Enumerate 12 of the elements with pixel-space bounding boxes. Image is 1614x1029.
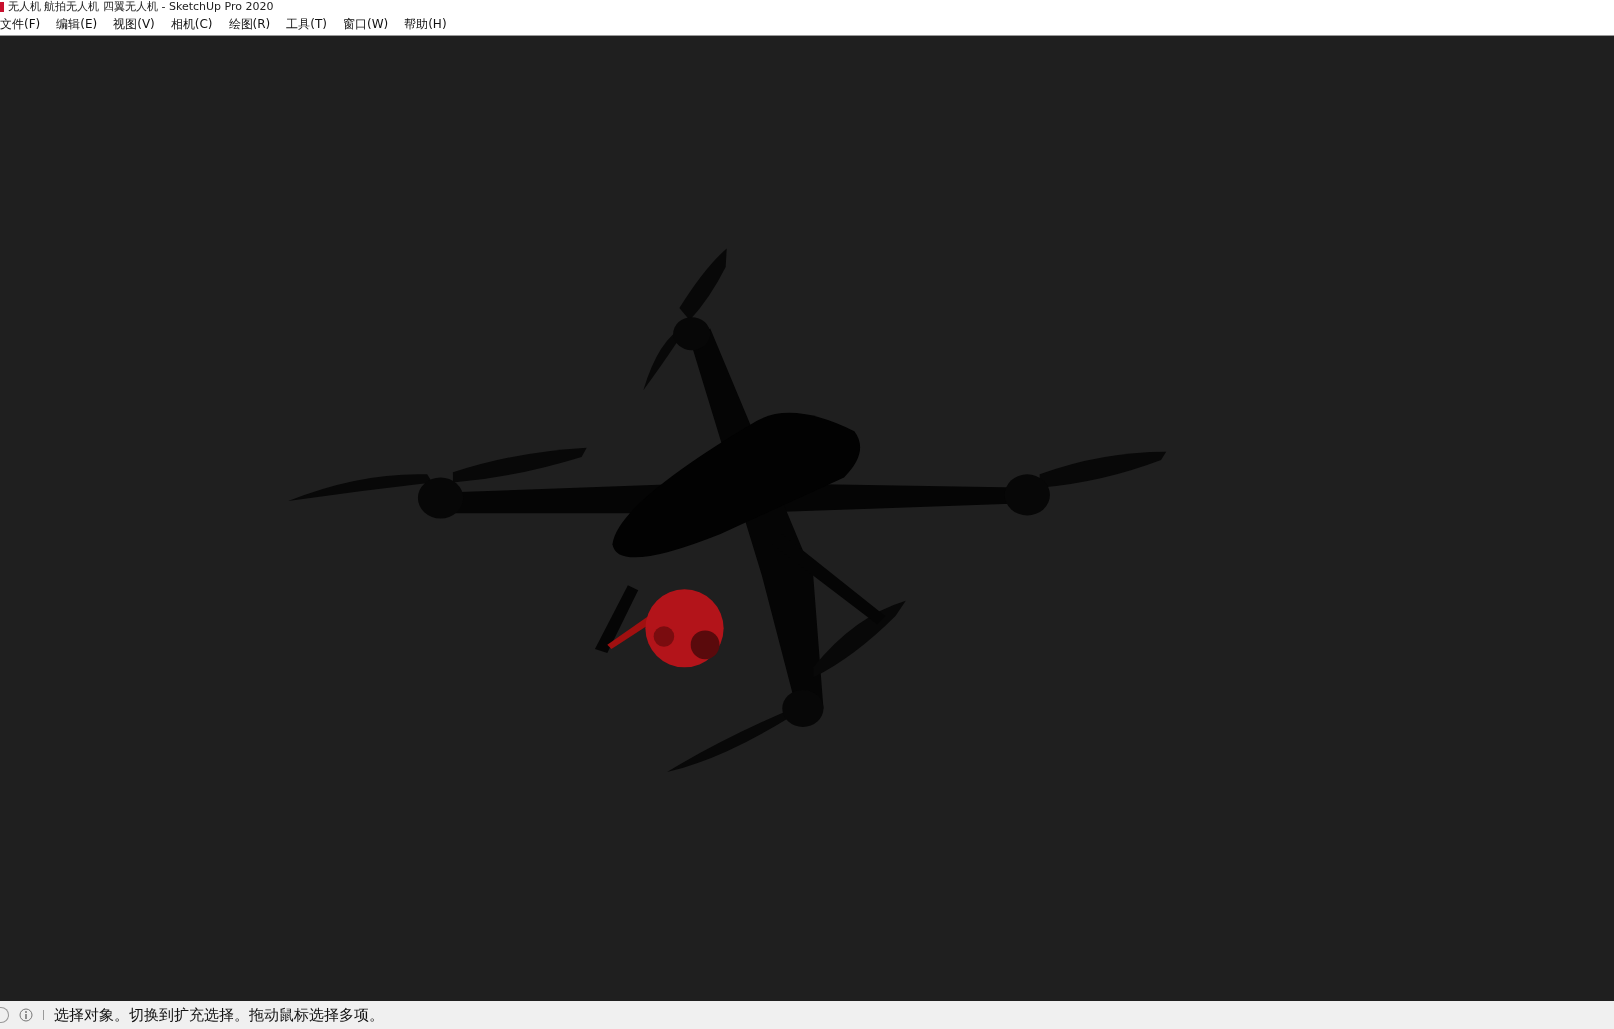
info-icon[interactable] xyxy=(19,1008,33,1022)
menu-item[interactable]: 编辑(E) xyxy=(56,16,98,33)
menu-item[interactable]: 文件(F) xyxy=(0,16,41,33)
status-message: 选择对象。切换到扩充选择。拖动鼠标选择多项。 xyxy=(54,1005,384,1025)
window-title: 无人机 航拍无人机 四翼无人机 - SketchUp Pro 2020 xyxy=(8,0,274,14)
menu-item[interactable]: 相机(C) xyxy=(170,16,213,33)
menu-item[interactable]: 绘图(R) xyxy=(228,16,271,33)
app-icon xyxy=(0,2,4,12)
menu-item[interactable]: 视图(V) xyxy=(113,16,155,33)
menu-item[interactable]: 窗口(W) xyxy=(342,16,389,33)
menu-item[interactable]: 帮助(H) xyxy=(404,16,447,33)
menu-item[interactable]: 工具(T) xyxy=(286,16,327,33)
